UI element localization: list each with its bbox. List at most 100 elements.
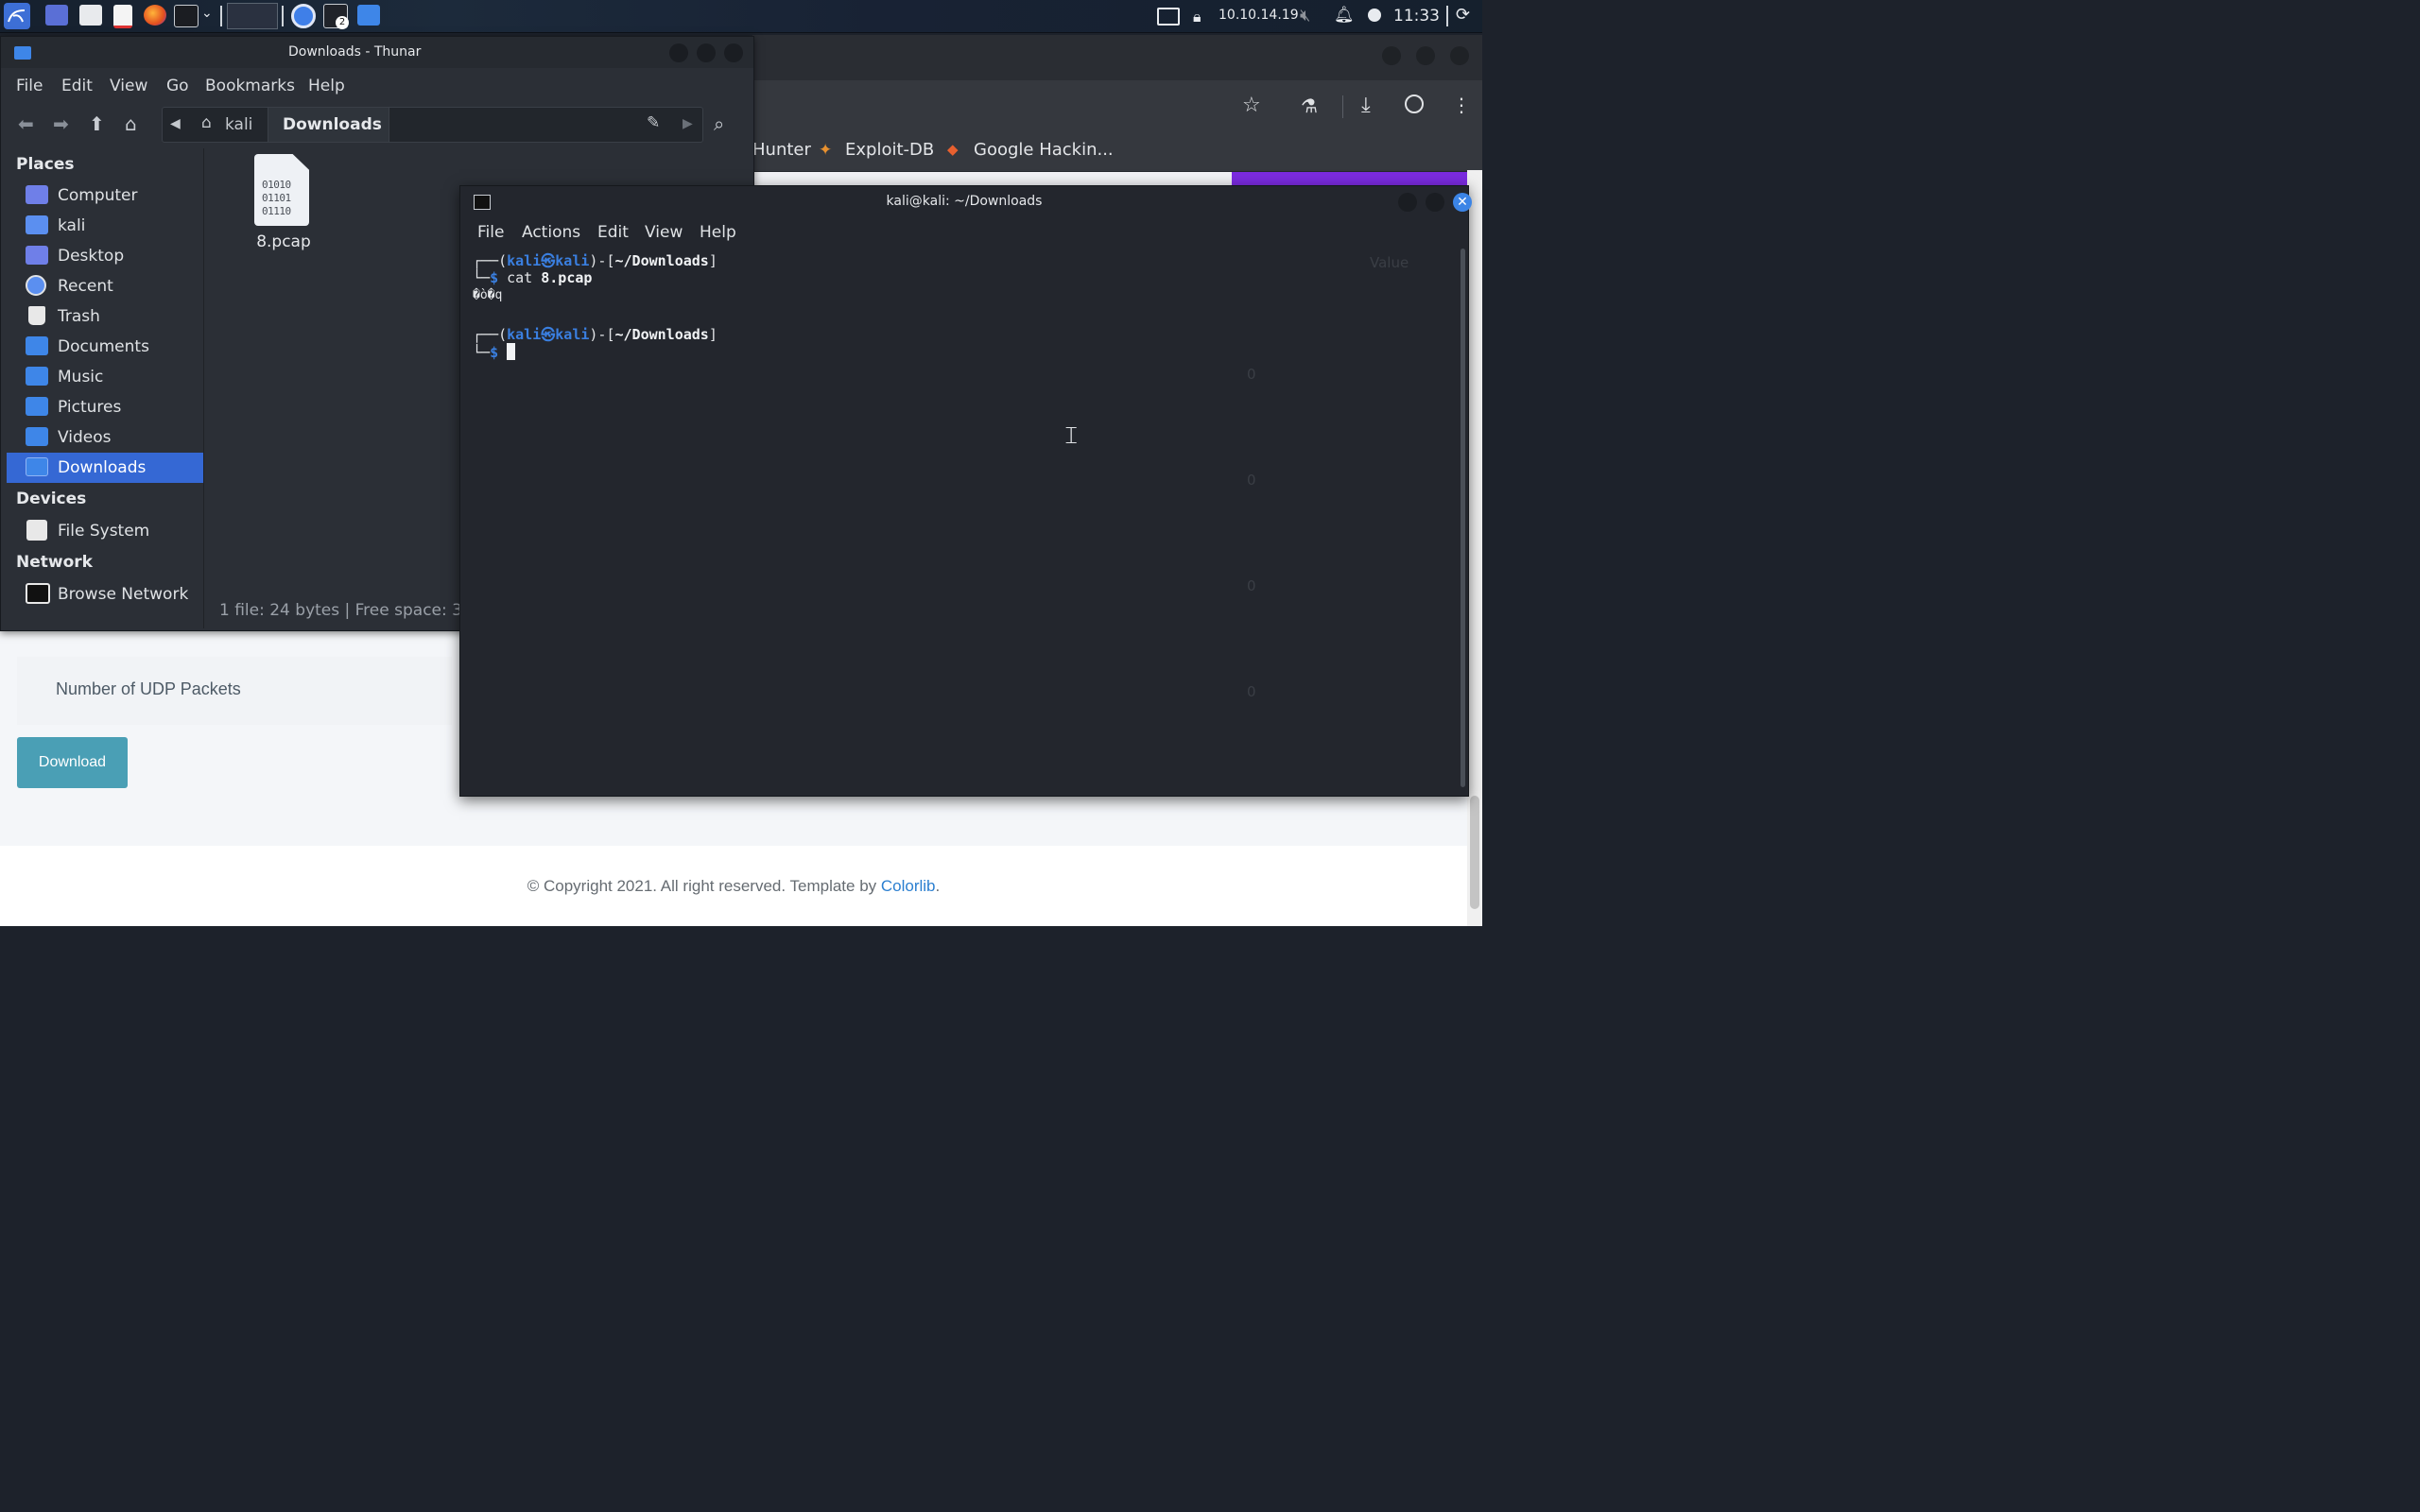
sidebar-item-computer[interactable]: Computer xyxy=(7,180,203,211)
thunar-task-icon[interactable] xyxy=(357,5,380,26)
network-header: Network xyxy=(16,553,93,572)
display-icon[interactable] xyxy=(1157,8,1180,26)
power-icon[interactable] xyxy=(1368,9,1381,22)
terminal-menu-view[interactable]: View xyxy=(645,223,683,242)
volume-muted-icon[interactable]: 🔇︎ xyxy=(1300,6,1310,26)
colorlib-link[interactable]: Colorlib xyxy=(881,877,936,895)
udp-packets-label: Number of UDP Packets xyxy=(56,679,241,698)
path-right-chevron-icon[interactable]: ▶ xyxy=(683,116,693,131)
thunar-close-button[interactable] xyxy=(724,43,743,62)
text-cursor xyxy=(507,343,516,360)
thunar-title: Downloads - Thunar xyxy=(288,44,422,60)
command-name: cat xyxy=(507,269,533,286)
prompt-dollar-prefix: └─ xyxy=(473,269,491,286)
forward-arrow-icon[interactable]: ➡ xyxy=(53,112,69,135)
sidebar-item-kali[interactable]: kali xyxy=(7,211,203,241)
bg-value-header: Value xyxy=(1370,254,1409,271)
bg-zero-value: 0 xyxy=(1247,577,1256,594)
terminal-menu-help[interactable]: Help xyxy=(700,223,736,242)
kali-menu-icon[interactable] xyxy=(4,3,30,29)
bookmarks-bar: Hunter ✦ Exploit-DB ◆ Google Hackin... xyxy=(752,133,1482,172)
sidebar-item-documents[interactable]: Documents xyxy=(7,332,203,362)
search-icon[interactable]: ⌕ xyxy=(714,112,724,135)
sidebar-item-trash[interactable]: Trash xyxy=(7,301,203,332)
sidebar-item-browse-network[interactable]: Browse Network xyxy=(7,579,203,610)
menu-help[interactable]: Help xyxy=(308,77,345,95)
terminal-minimize-button[interactable] xyxy=(1398,193,1417,212)
chromium-task-icon[interactable] xyxy=(291,4,316,28)
sidebar-item-file-system[interactable]: File System xyxy=(7,516,203,546)
bookmark-star-icon[interactable]: ☆ xyxy=(1242,94,1261,117)
menu-view[interactable]: View xyxy=(110,77,147,95)
terminal-content[interactable]: Value 0 0 0 0 ┌──(kali㉿kali)-[~/Download… xyxy=(460,247,1461,793)
thunar-titlebar[interactable]: Downloads - Thunar xyxy=(1,37,753,68)
bookmark-exploit-db[interactable]: Exploit-DB xyxy=(845,140,934,160)
terminal-titlebar[interactable]: kali@kali: ~/Downloads ✕ xyxy=(460,186,1472,218)
menu-bookmarks[interactable]: Bookmarks xyxy=(205,77,295,95)
sidebar-item-label: File System xyxy=(58,522,150,541)
sidebar-item-videos[interactable]: Videos xyxy=(7,422,203,453)
trash-icon xyxy=(28,306,45,325)
browser-menu-icon[interactable]: ⋮ xyxy=(1452,94,1471,116)
chevron-down-icon[interactable]: ⌄ xyxy=(201,6,213,21)
documents-folder-icon xyxy=(26,336,48,355)
file-manager-launcher-icon[interactable] xyxy=(79,5,102,26)
firefox-launcher-icon[interactable] xyxy=(144,5,166,26)
notification-bell-icon[interactable]: 🔔︎ xyxy=(1334,6,1355,25)
downloads-icon[interactable]: ⤓ xyxy=(1361,94,1371,117)
menu-go[interactable]: Go xyxy=(166,77,189,95)
home-icon[interactable]: ⌂ xyxy=(125,112,137,135)
show-desktop-icon[interactable] xyxy=(45,5,68,26)
browser-close-button[interactable] xyxy=(1450,46,1469,65)
sidebar-item-label: Desktop xyxy=(58,247,125,266)
back-arrow-icon[interactable]: ⬅ xyxy=(18,112,34,135)
clock: 11:33 xyxy=(1393,7,1440,26)
sidebar-item-downloads[interactable]: Downloads xyxy=(7,453,203,483)
terminal-menu-file[interactable]: File xyxy=(477,223,504,242)
active-prompt-line[interactable]: └─$ xyxy=(473,343,516,361)
edit-location-pencil-icon[interactable]: ✎ xyxy=(647,113,660,132)
sidebar-item-recent[interactable]: Recent xyxy=(7,271,203,301)
panel-separator xyxy=(1446,6,1448,26)
browser-maximize-button[interactable] xyxy=(1416,46,1435,65)
path-left-chevron-icon[interactable]: ◀ xyxy=(170,116,181,131)
prompt-host: kali xyxy=(555,326,590,343)
workspace-switcher-icon[interactable] xyxy=(227,3,278,29)
labs-flask-icon[interactable]: ⚗ xyxy=(1301,94,1318,117)
pcap-file-icon[interactable]: 01010 01101 01110 xyxy=(254,154,309,226)
terminal-launcher-icon[interactable] xyxy=(174,5,199,27)
home-folder-icon xyxy=(26,215,48,234)
download-button[interactable]: Download xyxy=(17,737,128,788)
file-name-label[interactable]: 8.pcap xyxy=(254,232,313,251)
up-arrow-icon[interactable]: ⬆ xyxy=(89,112,105,135)
text-editor-launcher-icon[interactable] xyxy=(113,5,132,28)
ip-address-readout: 10.10.14.19 xyxy=(1219,8,1299,23)
bookmark-hunter[interactable]: Hunter xyxy=(752,140,811,160)
terminal-menu-edit[interactable]: Edit xyxy=(597,223,629,242)
thunar-minimize-button[interactable] xyxy=(669,43,688,62)
vpn-lock-icon[interactable]: 🔒︎ xyxy=(1193,8,1201,26)
menu-file[interactable]: File xyxy=(16,77,43,95)
terminal-maximize-button[interactable] xyxy=(1426,193,1444,212)
browser-minimize-button[interactable] xyxy=(1382,46,1401,65)
terminal-close-button[interactable]: ✕ xyxy=(1453,193,1472,212)
path-crumb-active[interactable]: Downloads xyxy=(268,108,389,142)
page-scrollbar-thumb[interactable] xyxy=(1470,796,1479,909)
prompt-line: ┌──(kali㉿kali)-[~/Downloads] xyxy=(473,250,717,270)
thunar-maximize-button[interactable] xyxy=(697,43,716,62)
sidebar-item-label: Pictures xyxy=(58,398,122,417)
sidebar-item-desktop[interactable]: Desktop xyxy=(7,241,203,271)
sidebar-item-label: kali xyxy=(58,216,86,235)
prompt-at: ㉿ xyxy=(541,252,556,269)
terminal-menu-actions[interactable]: Actions xyxy=(522,223,580,242)
sidebar-item-pictures[interactable]: Pictures xyxy=(7,392,203,422)
sidebar-item-music[interactable]: Music xyxy=(7,362,203,392)
logout-icon[interactable]: ⟳ xyxy=(1456,5,1470,25)
pictures-folder-icon xyxy=(26,397,48,416)
path-crumb-home[interactable]: kali xyxy=(225,115,252,134)
menu-edit[interactable]: Edit xyxy=(61,77,93,95)
profile-avatar-icon[interactable] xyxy=(1405,94,1424,113)
prompt-dollar: $ xyxy=(490,269,499,286)
bookmark-google-hacking[interactable]: Google Hackin... xyxy=(974,140,1114,160)
terminal-scrollbar[interactable] xyxy=(1461,249,1465,787)
